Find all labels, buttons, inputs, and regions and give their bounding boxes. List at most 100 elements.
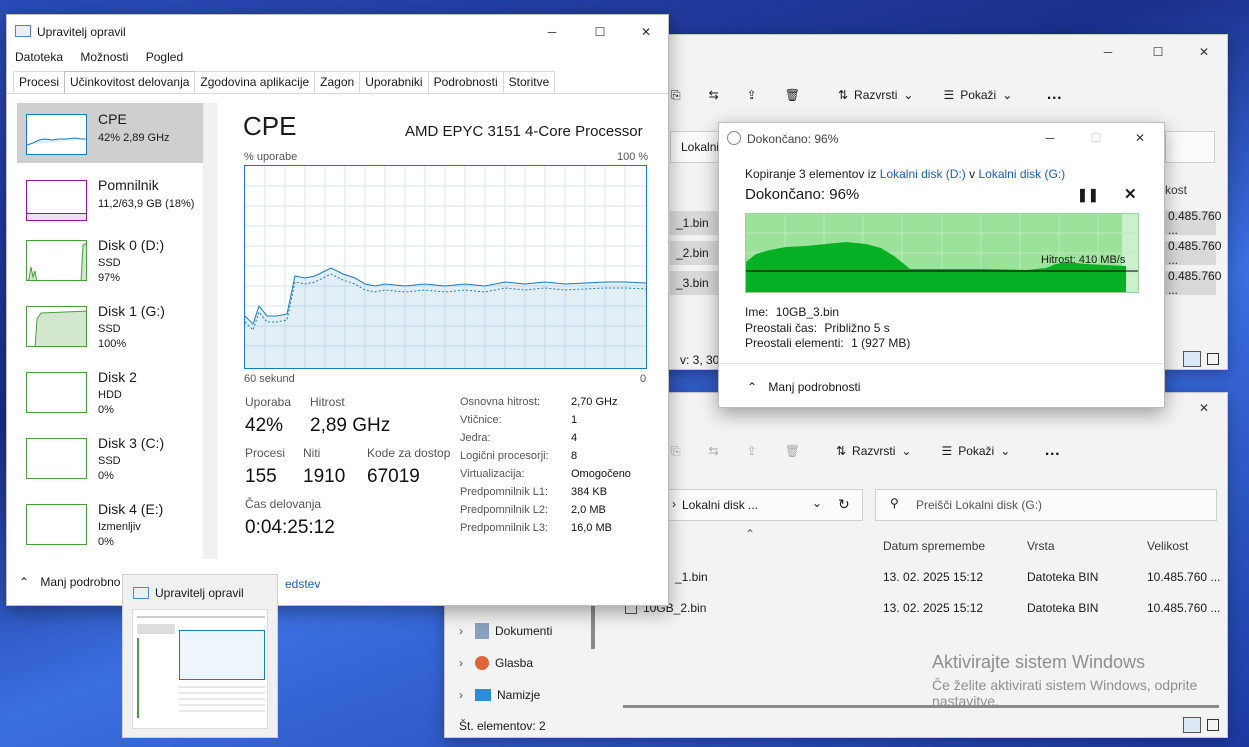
detail-value: Omogočeno <box>571 468 631 480</box>
fewer-details-button[interactable]: ⌃ Manj podrobno <box>19 575 120 589</box>
search-box[interactable] <box>1165 131 1215 163</box>
tab-services[interactable]: Storitve <box>502 71 556 93</box>
nav-item-namizje[interactable]: › Namizje <box>459 683 540 707</box>
tab-details[interactable]: Podrobnosti <box>427 71 504 93</box>
maximize-button[interactable]: ☐ <box>1135 37 1181 67</box>
threads-value: 1910 <box>303 466 346 487</box>
sidebar-item-cpu[interactable]: CPE 42% 2,89 GHz <box>17 103 205 163</box>
detail-key: Virtualizacija: <box>460 468 525 480</box>
column-header-type[interactable]: Vrsta <box>1027 539 1055 553</box>
resource-monitor-link[interactable]: edstev <box>285 577 320 591</box>
sidebar-item-disk-2[interactable]: Disk 2 HDD 0% <box>17 361 205 421</box>
refresh-icon[interactable]: ↻ <box>838 496 850 513</box>
menu-view[interactable]: Pogled <box>146 50 183 64</box>
remaining-time-row: Preostali čas: Približno 5 s <box>745 321 890 335</box>
details-view-icon[interactable] <box>1183 717 1201 733</box>
cancel-icon[interactable]: ✕ <box>1124 185 1137 203</box>
music-icon <box>475 656 489 670</box>
transfer-speed-graph: Hitrost: 410 MB/s <box>745 213 1139 293</box>
maximize-button[interactable]: ☐ <box>577 17 623 47</box>
nav-item-glasba[interactable]: › Glasba <box>459 651 533 675</box>
processor-name: AMD EPYC 3151 4-Core Processor <box>405 123 643 140</box>
sort-button[interactable]: ⇅ Razvrsti ⌄ <box>828 435 919 467</box>
close-button[interactable]: ✕ <box>1181 37 1227 67</box>
share-icon[interactable]: ⇪ <box>739 435 765 467</box>
detail-key: Vtičnice: <box>460 414 502 426</box>
graph-y-label: % uporabe <box>244 151 298 163</box>
minimize-button[interactable]: ─ <box>529 17 575 47</box>
speed-label: Hitrost <box>310 395 345 409</box>
chevron-up-icon: ⌃ <box>19 575 30 589</box>
usage-value: 42% <box>245 415 284 436</box>
taskbar-preview[interactable]: Upravitelj opravil <box>122 574 278 738</box>
detail-value: 16,0 MB <box>571 522 612 534</box>
dialog-divider <box>719 363 1164 364</box>
threads-label: Niti <box>303 446 321 460</box>
sidebar-item-disk-1[interactable]: Disk 1 (G:) SSD 100% <box>17 295 205 355</box>
disk-1-thumbnail-graph <box>26 306 87 347</box>
detail-value: 8 <box>571 450 578 462</box>
delete-icon[interactable]: 🗑 <box>777 79 808 111</box>
minimize-button[interactable]: ─ <box>1027 123 1073 153</box>
tab-users[interactable]: Uporabniki <box>359 71 429 93</box>
address-bar[interactable]: › Lokalni disk ... ⌄ ↻ <box>667 489 863 521</box>
sidebar-item-disk-4[interactable]: Disk 4 (E:) Izmenljiv 0% <box>17 493 205 553</box>
tab-app-history[interactable]: Zgodovina aplikacije <box>194 71 316 93</box>
view-button[interactable]: ☰ Pokaži ⌄ <box>935 79 1020 111</box>
usage-label: Uporaba <box>245 395 292 409</box>
detail-value: 2,70 GHz <box>571 396 618 408</box>
maximize-button: ☐ <box>1090 131 1102 145</box>
file-row[interactable]: _1.bin 13. 02. 2025 15:12 Datoteka BIN 1… <box>645 565 1225 589</box>
clock-icon <box>727 131 741 145</box>
details-view-icon[interactable] <box>1183 351 1201 367</box>
chevron-down-icon[interactable]: ⌄ <box>812 496 822 510</box>
source-link[interactable]: Lokalni disk (D:) <box>880 167 966 181</box>
view-button[interactable]: ☰ Pokaži ⌄ <box>933 435 1018 467</box>
status-bar: Št. elementov: 2 <box>459 719 546 733</box>
fewer-details-button[interactable]: ⌃ Manj podrobnosti <box>747 380 860 394</box>
close-button[interactable]: ✕ <box>1181 393 1227 423</box>
tab-startup[interactable]: Zagon <box>314 71 361 93</box>
tiles-view-icon[interactable] <box>1207 353 1219 365</box>
rename-icon[interactable]: ⇆ <box>701 79 727 111</box>
tiles-view-icon[interactable] <box>1207 719 1219 731</box>
sidebar-divider <box>203 103 217 559</box>
minimize-button[interactable]: ─ <box>1085 37 1131 67</box>
search-box[interactable]: ⚲ Preišči Lokalni disk (G:) <box>875 489 1217 521</box>
pause-icon[interactable]: ❚❚ <box>1077 187 1099 203</box>
task-manager-icon <box>133 587 149 599</box>
column-header-date[interactable]: Datum spremembe <box>883 539 985 553</box>
more-button[interactable]: … <box>1036 435 1068 467</box>
rename-icon[interactable]: ⇆ <box>701 435 727 467</box>
more-button[interactable]: … <box>1038 79 1070 111</box>
tab-performance[interactable]: Učinkovitost delovanja <box>64 71 196 93</box>
disk-2-thumbnail-graph <box>26 372 87 413</box>
share-icon[interactable]: ⇪ <box>739 79 765 111</box>
column-header-size[interactable]: kost <box>1165 183 1187 197</box>
close-button[interactable]: ✕ <box>1117 123 1163 153</box>
uptime-value: 0:04:25:12 <box>245 517 335 538</box>
cpu-thumbnail-graph <box>26 114 87 155</box>
sidebar-item-disk-0[interactable]: Disk 0 (D:) SSD 97% <box>17 229 205 289</box>
detail-value: 384 KB <box>571 486 608 498</box>
sidebar-item-disk-3[interactable]: Disk 3 (C:) SSD 0% <box>17 427 205 487</box>
nav-item-dokumenti[interactable]: › Dokumenti <box>459 619 552 643</box>
nav-scrollbar[interactable] <box>591 599 595 649</box>
tab-processes[interactable]: Procesi <box>13 71 66 93</box>
delete-icon[interactable]: 🗑 <box>777 435 808 467</box>
destination-link[interactable]: Lokalni disk (G:) <box>978 167 1065 181</box>
chevron-down-icon: ⌄ <box>1002 88 1013 102</box>
uptime-label: Čas delovanja <box>245 497 322 511</box>
sidebar-item-memory[interactable]: Pomnilnik 11,2/63,9 GB (18%) <box>17 169 205 229</box>
view-icon: ☰ <box>943 88 955 102</box>
menu-bar: Datoteka Možnosti Pogled <box>15 50 197 64</box>
menu-options[interactable]: Možnosti <box>80 50 128 64</box>
file-row[interactable]: 10GB_2.bin 13. 02. 2025 15:12 Datoteka B… <box>623 596 1225 620</box>
view-icon: ☰ <box>941 444 953 458</box>
menu-file[interactable]: Datoteka <box>15 50 63 64</box>
sort-button[interactable]: ⇅ Razvrsti ⌄ <box>830 79 921 111</box>
column-header-size[interactable]: Velikost <box>1147 539 1188 553</box>
close-button[interactable]: ✕ <box>623 17 669 47</box>
cpu-usage-graph-svg <box>245 166 646 368</box>
speed-curve <box>746 214 1138 292</box>
